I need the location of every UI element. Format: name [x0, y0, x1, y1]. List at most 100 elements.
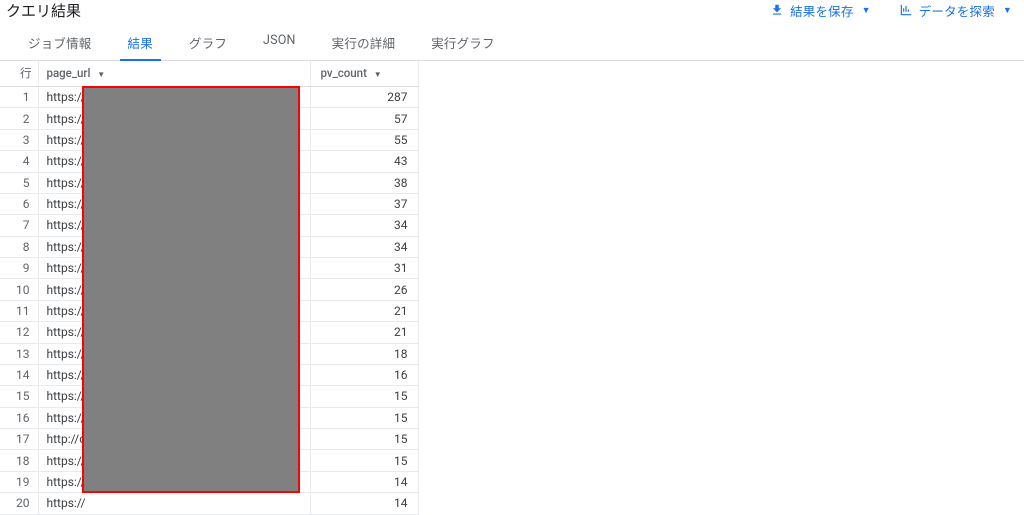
- tab-label: 結果: [128, 37, 153, 52]
- page-title: クエリ結果: [6, 0, 81, 21]
- row-number-cell: 11: [0, 300, 38, 321]
- pv-count-cell: 15: [310, 429, 418, 450]
- row-number-cell: 15: [0, 386, 38, 407]
- sort-icon: ▼: [97, 70, 105, 79]
- pv-count-cell: 38: [310, 172, 418, 193]
- tab-label: JSON: [263, 33, 296, 48]
- pv-count-cell: 14: [310, 493, 418, 514]
- table-row[interactable]: 2https://57: [0, 108, 418, 129]
- tab-json[interactable]: JSON: [245, 26, 314, 60]
- row-number-cell: 20: [0, 493, 38, 514]
- col-header-page-url[interactable]: page_url ▼: [38, 61, 310, 87]
- page-url-cell: https://: [38, 87, 310, 108]
- chart-icon: [899, 3, 913, 17]
- table-row[interactable]: 13https://18: [0, 343, 418, 364]
- page-url-cell: https://: [38, 493, 310, 514]
- row-number-cell: 8: [0, 236, 38, 257]
- table-row[interactable]: 9https://31: [0, 258, 418, 279]
- save-results-label: 結果を保存: [790, 1, 854, 20]
- col-header-row[interactable]: 行: [0, 61, 38, 87]
- pv-count-cell: 287: [310, 87, 418, 108]
- tab-exec-details[interactable]: 実行の詳細: [314, 26, 414, 60]
- table-row[interactable]: 19https://14: [0, 471, 418, 492]
- chevron-down-icon: ▼: [1003, 5, 1012, 16]
- page-url-cell: https://: [38, 300, 310, 321]
- page-url-cell: https://: [38, 471, 310, 492]
- page-url-cell: https://: [38, 450, 310, 471]
- table-row[interactable]: 5https://38: [0, 172, 418, 193]
- save-results-button[interactable]: 結果を保存 ▼: [770, 1, 871, 20]
- explore-data-button[interactable]: データを探索 ▼: [899, 1, 1012, 20]
- page-url-cell: https://: [38, 279, 310, 300]
- table-row[interactable]: 8https://34: [0, 236, 418, 257]
- result-tabs: ジョブ情報 結果 グラフ JSON 実行の詳細 実行グラフ: [0, 26, 1024, 61]
- row-number-cell: 14: [0, 364, 38, 385]
- pv-count-cell: 21: [310, 322, 418, 343]
- pv-count-cell: 14: [310, 471, 418, 492]
- results-table: 行 page_url ▼ pv_count ▼ 1https://2872htt…: [0, 61, 419, 515]
- row-number-cell: 10: [0, 279, 38, 300]
- pv-count-cell: 34: [310, 215, 418, 236]
- page-url-cell: https://: [38, 386, 310, 407]
- row-number-cell: 6: [0, 193, 38, 214]
- page-url-cell: https://: [38, 193, 310, 214]
- page-url-cell: https://: [38, 151, 310, 172]
- row-number-cell: 13: [0, 343, 38, 364]
- row-number-cell: 5: [0, 172, 38, 193]
- row-number-cell: 4: [0, 151, 38, 172]
- table-row[interactable]: 12https://21: [0, 322, 418, 343]
- page-url-cell: https://: [38, 172, 310, 193]
- tab-label: 実行グラフ: [431, 37, 495, 52]
- pv-count-cell: 43: [310, 151, 418, 172]
- row-number-cell: 1: [0, 87, 38, 108]
- table-row[interactable]: 10https://26: [0, 279, 418, 300]
- pv-count-cell: 55: [310, 129, 418, 150]
- row-number-cell: 3: [0, 129, 38, 150]
- header-actions: 結果を保存 ▼ データを探索 ▼: [770, 1, 1024, 20]
- pv-count-cell: 37: [310, 193, 418, 214]
- pv-count-cell: 15: [310, 407, 418, 428]
- row-number-cell: 16: [0, 407, 38, 428]
- tab-results[interactable]: 結果: [110, 26, 171, 60]
- page-url-cell: https://: [38, 343, 310, 364]
- row-number-cell: 7: [0, 215, 38, 236]
- table-row[interactable]: 16https://15: [0, 407, 418, 428]
- page-url-cell: https://: [38, 108, 310, 129]
- tab-graph[interactable]: グラフ: [171, 26, 245, 60]
- page-url-cell: http://d: [38, 429, 310, 450]
- row-number-cell: 9: [0, 258, 38, 279]
- pv-count-cell: 15: [310, 450, 418, 471]
- page-url-cell: https://: [38, 407, 310, 428]
- table-row[interactable]: 11https://21: [0, 300, 418, 321]
- table-row[interactable]: 18https://15: [0, 450, 418, 471]
- pv-count-cell: 31: [310, 258, 418, 279]
- table-row[interactable]: 15https://15: [0, 386, 418, 407]
- table-row[interactable]: 20https://14: [0, 493, 418, 514]
- results-table-wrap: 行 page_url ▼ pv_count ▼ 1https://2872htt…: [0, 61, 1024, 515]
- download-icon: [770, 3, 784, 17]
- row-number-cell: 2: [0, 108, 38, 129]
- header-bar: クエリ結果 結果を保存 ▼ データを探索 ▼: [0, 0, 1024, 26]
- explore-data-label: データを探索: [919, 1, 995, 20]
- chevron-down-icon: ▼: [862, 5, 871, 16]
- table-row[interactable]: 1https://287: [0, 87, 418, 108]
- table-row[interactable]: 17http://d15: [0, 429, 418, 450]
- page-url-cell: https://: [38, 364, 310, 385]
- tab-label: ジョブ情報: [28, 37, 92, 52]
- pv-count-cell: 18: [310, 343, 418, 364]
- tab-exec-graph[interactable]: 実行グラフ: [413, 26, 513, 60]
- row-number-cell: 17: [0, 429, 38, 450]
- page-url-cell: https://: [38, 236, 310, 257]
- table-row[interactable]: 14https://16: [0, 364, 418, 385]
- pv-count-cell: 26: [310, 279, 418, 300]
- col-header-pv-count[interactable]: pv_count ▼: [310, 61, 418, 87]
- sort-icon: ▼: [374, 70, 382, 79]
- table-row[interactable]: 3https://55: [0, 129, 418, 150]
- table-row[interactable]: 7https://34: [0, 215, 418, 236]
- page-url-cell: https://: [38, 129, 310, 150]
- tab-job-info[interactable]: ジョブ情報: [10, 26, 110, 60]
- tab-label: 実行の詳細: [332, 37, 396, 52]
- pv-count-cell: 21: [310, 300, 418, 321]
- table-row[interactable]: 6https://37: [0, 193, 418, 214]
- table-row[interactable]: 4https://43: [0, 151, 418, 172]
